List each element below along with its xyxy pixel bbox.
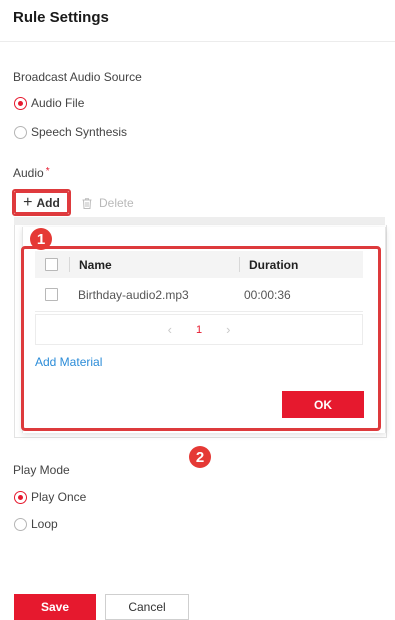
delete-button[interactable]: Delete: [82, 194, 134, 212]
radio-label: Speech Synthesis: [31, 125, 128, 139]
audio-label: Audio *: [13, 166, 50, 180]
radio-checked-icon: [14, 490, 27, 504]
table-row[interactable]: Birthday-audio2.mp3 00:00:36: [35, 278, 363, 312]
radio-unchecked-icon: [14, 125, 27, 139]
table-header: Name Duration: [35, 251, 363, 278]
column-header-duration: Duration: [249, 257, 299, 272]
row-duration: 00:00:36: [244, 287, 291, 302]
material-table: Name Duration Birthday-audio2.mp3 00:00:…: [35, 251, 363, 312]
column-header-name: Name: [79, 257, 112, 272]
radio-checked-icon: [14, 96, 27, 110]
delete-button-label: Delete: [99, 196, 134, 210]
radio-label: Audio File: [31, 96, 85, 110]
next-page-icon[interactable]: ›: [226, 322, 230, 337]
row-name: Birthday-audio2.mp3: [78, 287, 189, 302]
add-button[interactable]: + Add: [14, 191, 69, 214]
audio-table-header-bg: [14, 217, 385, 225]
page-title: Rule Settings: [13, 9, 109, 26]
plus-icon: +: [23, 193, 33, 211]
radio-speech-synthesis[interactable]: Speech Synthesis: [14, 124, 127, 140]
row-checkbox[interactable]: [45, 288, 58, 301]
radio-loop[interactable]: Loop: [14, 516, 58, 532]
select-all-checkbox[interactable]: [45, 258, 58, 271]
broadcast-source-label: Broadcast Audio Source: [13, 70, 142, 84]
trash-icon: [82, 197, 92, 209]
audio-label-text: Audio: [13, 166, 44, 180]
header-bar: Rule Settings: [0, 0, 395, 42]
radio-unchecked-icon: [14, 517, 27, 531]
prev-page-icon[interactable]: ‹: [168, 322, 172, 337]
page-number[interactable]: 1: [196, 324, 202, 336]
add-material-link[interactable]: Add Material: [35, 355, 102, 369]
save-button[interactable]: Save: [14, 594, 96, 620]
annotation-badge-2: 2: [189, 446, 211, 468]
annotation-badge-1: 1: [30, 228, 52, 250]
radio-label: Play Once: [31, 490, 87, 504]
play-mode-label: Play Mode: [13, 463, 70, 477]
radio-audio-file[interactable]: Audio File: [14, 95, 84, 111]
add-button-label: Add: [36, 195, 60, 210]
ok-button[interactable]: OK: [282, 391, 364, 418]
radio-play-once[interactable]: Play Once: [14, 489, 86, 505]
pagination: ‹ 1 ›: [35, 314, 363, 345]
required-mark: *: [45, 166, 50, 177]
cancel-button[interactable]: Cancel: [105, 594, 189, 620]
radio-label: Loop: [31, 517, 58, 531]
